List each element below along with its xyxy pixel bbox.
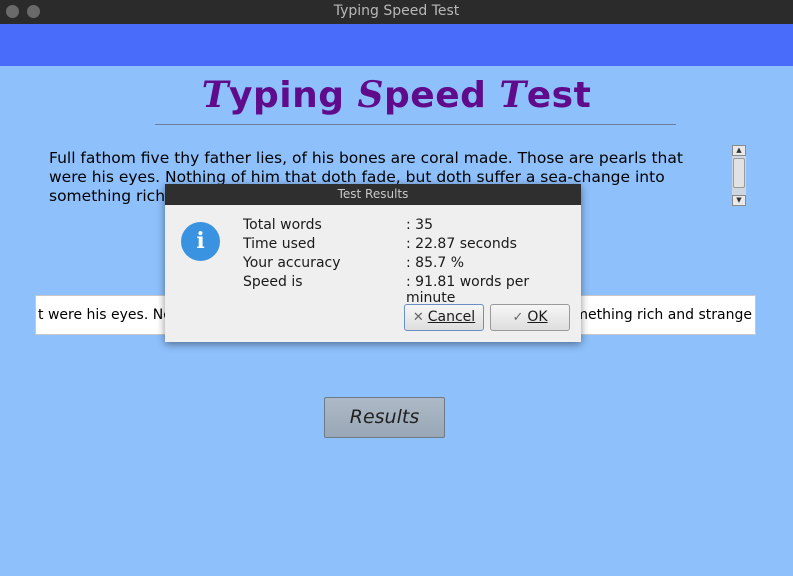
- info-icon: i: [181, 222, 220, 261]
- stat-label-speed: Speed is: [243, 274, 303, 290]
- stat-label-time-used: Time used: [243, 236, 316, 252]
- title-cap-t2: T: [499, 74, 527, 116]
- cancel-button-label: Cancel: [427, 309, 476, 325]
- test-results-dialog: Test Results i Total words : 35 Time use…: [165, 184, 581, 342]
- stat-label-total-words: Total words: [243, 217, 322, 233]
- stat-value-accuracy: : 85.7 %: [406, 255, 465, 271]
- title-divider: [155, 124, 676, 125]
- header-bar: [0, 24, 793, 66]
- title-part-yping: yping: [229, 75, 358, 116]
- close-x-icon: ✕: [412, 310, 424, 325]
- title-part-est: est: [526, 75, 592, 116]
- window-titlebar: Typing Speed Test: [0, 0, 793, 24]
- title-part-peed: peed: [384, 75, 500, 116]
- window-title: Typing Speed Test: [333, 3, 460, 19]
- page-title: Typing Speed Test: [0, 74, 793, 116]
- typing-input-text-right: omething rich and strange: [565, 307, 752, 323]
- cancel-button[interactable]: ✕ Cancel: [404, 304, 484, 331]
- title-cap-t1: T: [201, 74, 229, 116]
- stat-label-accuracy: Your accuracy: [243, 255, 341, 271]
- stat-value-total-words: : 35: [406, 217, 433, 233]
- typing-input-text-left: t were his eyes. Not: [38, 307, 178, 323]
- scroll-up-arrow-icon[interactable]: ▲: [732, 145, 746, 156]
- scroll-down-arrow-icon[interactable]: ▼: [732, 195, 746, 206]
- results-button[interactable]: Results: [324, 397, 445, 438]
- ok-button[interactable]: ✓ OK: [490, 304, 570, 331]
- dialog-title: Test Results: [165, 184, 581, 205]
- title-cap-s: S: [357, 74, 385, 116]
- passage-scrollbar[interactable]: ▲ ▼: [732, 145, 746, 206]
- stat-value-time-used: : 22.87 seconds: [406, 236, 517, 252]
- scroll-thumb[interactable]: [733, 158, 745, 188]
- stat-value-speed: : 91.81 words per minute: [406, 274, 530, 306]
- ok-button-label: OK: [527, 309, 548, 325]
- checkmark-icon: ✓: [512, 310, 524, 325]
